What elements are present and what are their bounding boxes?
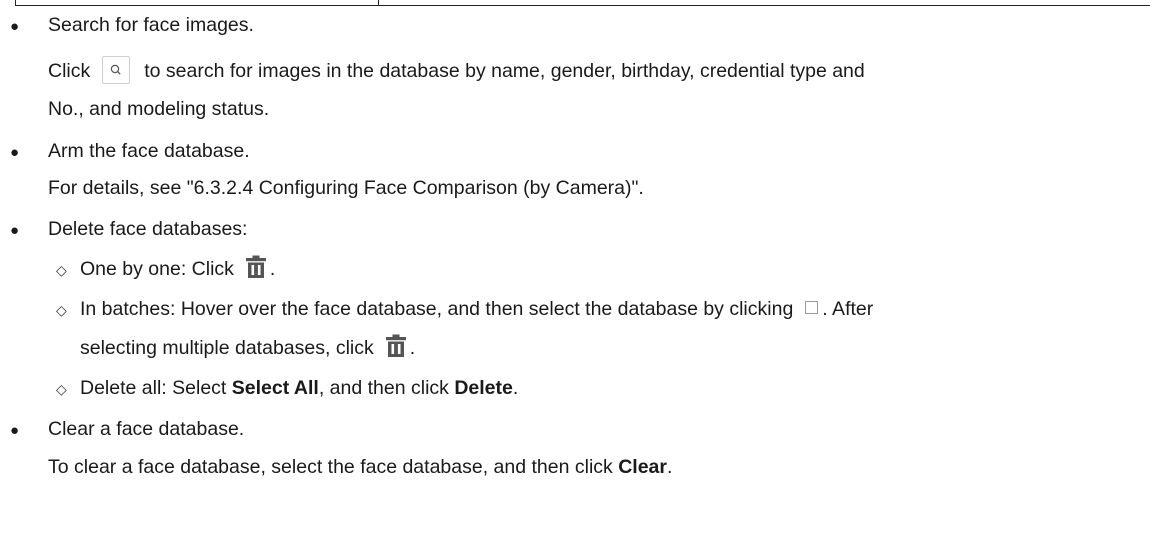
sub-bullet: ◇ (56, 302, 67, 318)
bullet: ● (10, 18, 20, 35)
sub-bullet: ◇ (56, 262, 67, 278)
bullet: ● (10, 222, 20, 239)
item-description: For details, see "6.3.2.4 Configuring Fa… (48, 177, 644, 199)
item-title: Clear a face database. (48, 418, 245, 440)
item-description-cont: No., and modeling status. (48, 98, 270, 120)
table-column-divider (378, 0, 379, 6)
item-description: Click to search for images in the databas… (48, 56, 865, 86)
sub-bullet: ◇ (56, 381, 67, 397)
item-description: To clear a face database, select the fac… (48, 456, 673, 478)
table-bottom-edge (15, 0, 1150, 6)
item-title: Search for face images. (48, 14, 254, 36)
bullet: ● (10, 144, 20, 161)
trash-icon (383, 334, 409, 358)
item-title: Arm the face database. (48, 140, 250, 162)
checkbox-icon (805, 301, 819, 315)
search-icon (102, 56, 131, 84)
trash-icon (243, 255, 269, 279)
item-title: Delete face databases: (48, 218, 248, 240)
bullet: ● (10, 422, 20, 439)
